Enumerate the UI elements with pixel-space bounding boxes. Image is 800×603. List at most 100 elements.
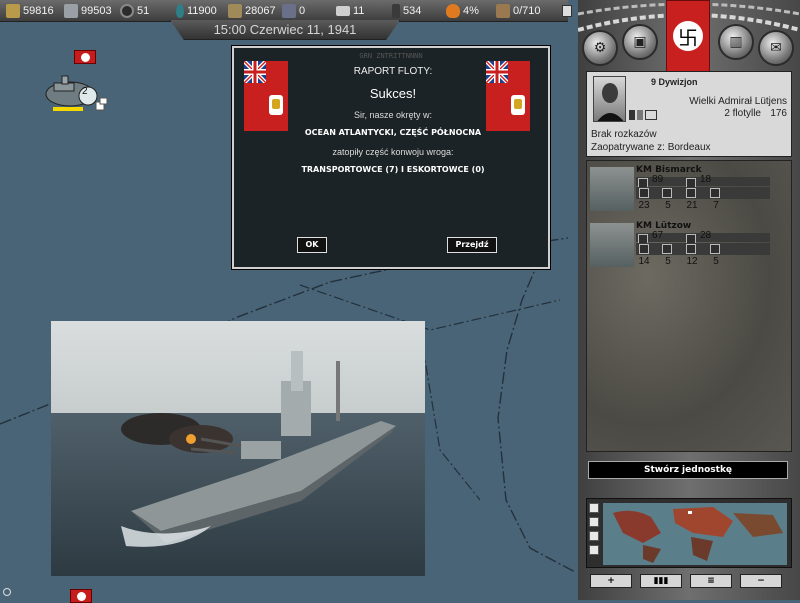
division-name: 9 Dywizjon (651, 77, 698, 87)
create-unit-button[interactable]: Stwórz jednostkę (588, 461, 788, 479)
resource-value: 4% (463, 5, 479, 17)
gear-icon: ⚙ (593, 40, 607, 56)
commander-portrait[interactable] (593, 76, 626, 122)
attack-icon (686, 188, 696, 198)
goto-button[interactable]: Przejdź (447, 237, 497, 253)
fleet-report-dialog: GRN ZNTRITTNNNN RAPORT FLOTY: Sukces! Si… (232, 46, 550, 269)
nation-banner: 卐 (666, 0, 710, 74)
dialog-headline: Sukces! (369, 86, 417, 101)
unit-stat-1: 89 (652, 174, 664, 185)
settings-button[interactable]: ⚙ (582, 30, 618, 66)
list-button[interactable]: ≡ (690, 574, 732, 588)
resource-value: 534 (403, 5, 422, 17)
list-icon: ≡ (707, 576, 715, 586)
list-item[interactable]: KM Bismarck 89 18 23 5 21 7 (590, 165, 790, 217)
minimap-filter-checkbox[interactable] (589, 545, 599, 555)
dialog-title: RAPORT FLOTY: (353, 66, 433, 77)
resource-value: 0 (299, 5, 306, 17)
resource-value: 28067 (245, 5, 276, 17)
soldier-icon (392, 4, 400, 18)
unit-value: 7 (713, 200, 719, 211)
british-red-ensign-icon (244, 61, 288, 131)
resource-value: 11900 (187, 5, 217, 17)
menu-toggle-icon[interactable] (562, 5, 572, 17)
diplomacy-button[interactable]: ✉ (758, 30, 794, 66)
zoom-out-button[interactable]: − (740, 574, 782, 588)
dialog-subtitle: GRN ZNTRITTNNNN (359, 52, 423, 60)
minimap-filter-checkbox[interactable] (589, 531, 599, 541)
date-display: 15:00 Czerwiec 11, 1941 (170, 20, 400, 40)
resource-soldiers[interactable]: 534 (392, 3, 421, 19)
resource-value: 59816 (23, 5, 54, 17)
nation-flag-icon (74, 50, 96, 64)
chart-button[interactable]: ▮▮▮ (640, 574, 682, 588)
minimap-frame (586, 498, 792, 568)
resource-morale[interactable]: 4% (446, 3, 479, 19)
attack-icon (662, 188, 672, 198)
unit-value: 12 (686, 256, 698, 267)
battleship-painting (51, 321, 425, 576)
resource-manpower[interactable]: 28067 (228, 3, 276, 19)
resource-bar: 59816 99503 51 11900 28067 0 11 534 4% 0… (0, 0, 568, 22)
rank-icons (629, 110, 657, 120)
army-button[interactable]: ▣ (622, 24, 658, 60)
rubber-icon (120, 4, 134, 18)
swastika-icon: 卐 (673, 21, 703, 51)
unit-value: 5 (713, 256, 719, 267)
resource-messages[interactable]: 11 (336, 3, 364, 19)
attack-icons-row (636, 187, 770, 199)
resource-oil[interactable]: 11900 (176, 3, 217, 19)
attack-icons-row (636, 243, 770, 255)
attack-icon (686, 244, 696, 254)
supply-icon (496, 4, 510, 18)
scroll-up-icon[interactable] (3, 588, 11, 596)
resource-conflicts[interactable]: 0 (282, 3, 305, 19)
mail-icon (336, 6, 350, 16)
tank-icon: ▣ (633, 34, 647, 50)
factory-icon: ▥ (729, 34, 743, 50)
unit-stat-2: 18 (700, 174, 712, 185)
unit-value: 23 (638, 200, 650, 211)
battleship-thumbnail (590, 167, 634, 211)
orders-status: Brak rozkazów (591, 129, 657, 140)
dialog-intro: Sir, nasze okręty w: (353, 110, 433, 120)
resource-supply[interactable]: 0/710 (496, 3, 541, 19)
resource-steel[interactable]: 99503 (64, 3, 112, 19)
minimap-filter-checkbox[interactable] (589, 517, 599, 527)
unit-value: 14 (638, 256, 650, 267)
steel-icon (64, 4, 78, 18)
unit-list: KM Bismarck 89 18 23 5 21 7 KM Lützow 67… (586, 160, 792, 452)
unit-name: KM Lützow (636, 221, 692, 231)
minimap[interactable] (603, 503, 787, 565)
flotilla-count: 2 flotylle (724, 108, 761, 119)
gold-icon (6, 4, 20, 18)
bar-chart-icon: ▮▮▮ (653, 576, 669, 586)
unit-stat-2: 28 (700, 230, 712, 241)
attack-icon (639, 188, 649, 198)
unit-value: 21 (686, 200, 698, 211)
battleship-icon (45, 75, 108, 111)
unit-value: 5 (665, 256, 671, 267)
resource-value: 0/710 (513, 5, 541, 17)
list-item[interactable]: KM Lützow 67 28 14 5 12 5 (590, 221, 790, 273)
attack-icon (710, 244, 720, 254)
resource-gold[interactable]: 59816 (6, 3, 54, 19)
division-info: 9 Dywizjon Wielki Admirał Lütjens 2 flot… (586, 71, 792, 157)
attack-icon (662, 244, 672, 254)
side-panel: ⚙ ▣ ▥ ✉ 卐 9 Dywizjon Wielki Admirał Lütj… (578, 0, 800, 600)
minimap-filter-checkbox[interactable] (589, 503, 599, 513)
industry-button[interactable]: ▥ (718, 24, 754, 60)
battleship-thumbnail (590, 223, 634, 267)
dialog-middle-text: zatopiły część konwoju wroga: (332, 147, 454, 157)
crossed-swords-icon (282, 4, 296, 18)
commander-name: Wielki Admirał Lütjens (689, 96, 787, 107)
fleet-unit[interactable]: 2 (40, 68, 108, 112)
dialog-losses: TRANSPORTOWCE (7) I ESKORTOWCE (0) (301, 165, 485, 174)
attack-icon (710, 188, 720, 198)
ok-button[interactable]: OK (297, 237, 327, 253)
resource-value: 99503 (81, 5, 112, 17)
oil-icon (176, 4, 184, 18)
unit-name: KM Bismarck (636, 165, 702, 175)
resource-rubber[interactable]: 51 (120, 3, 149, 19)
zoom-in-button[interactable]: + (590, 574, 632, 588)
